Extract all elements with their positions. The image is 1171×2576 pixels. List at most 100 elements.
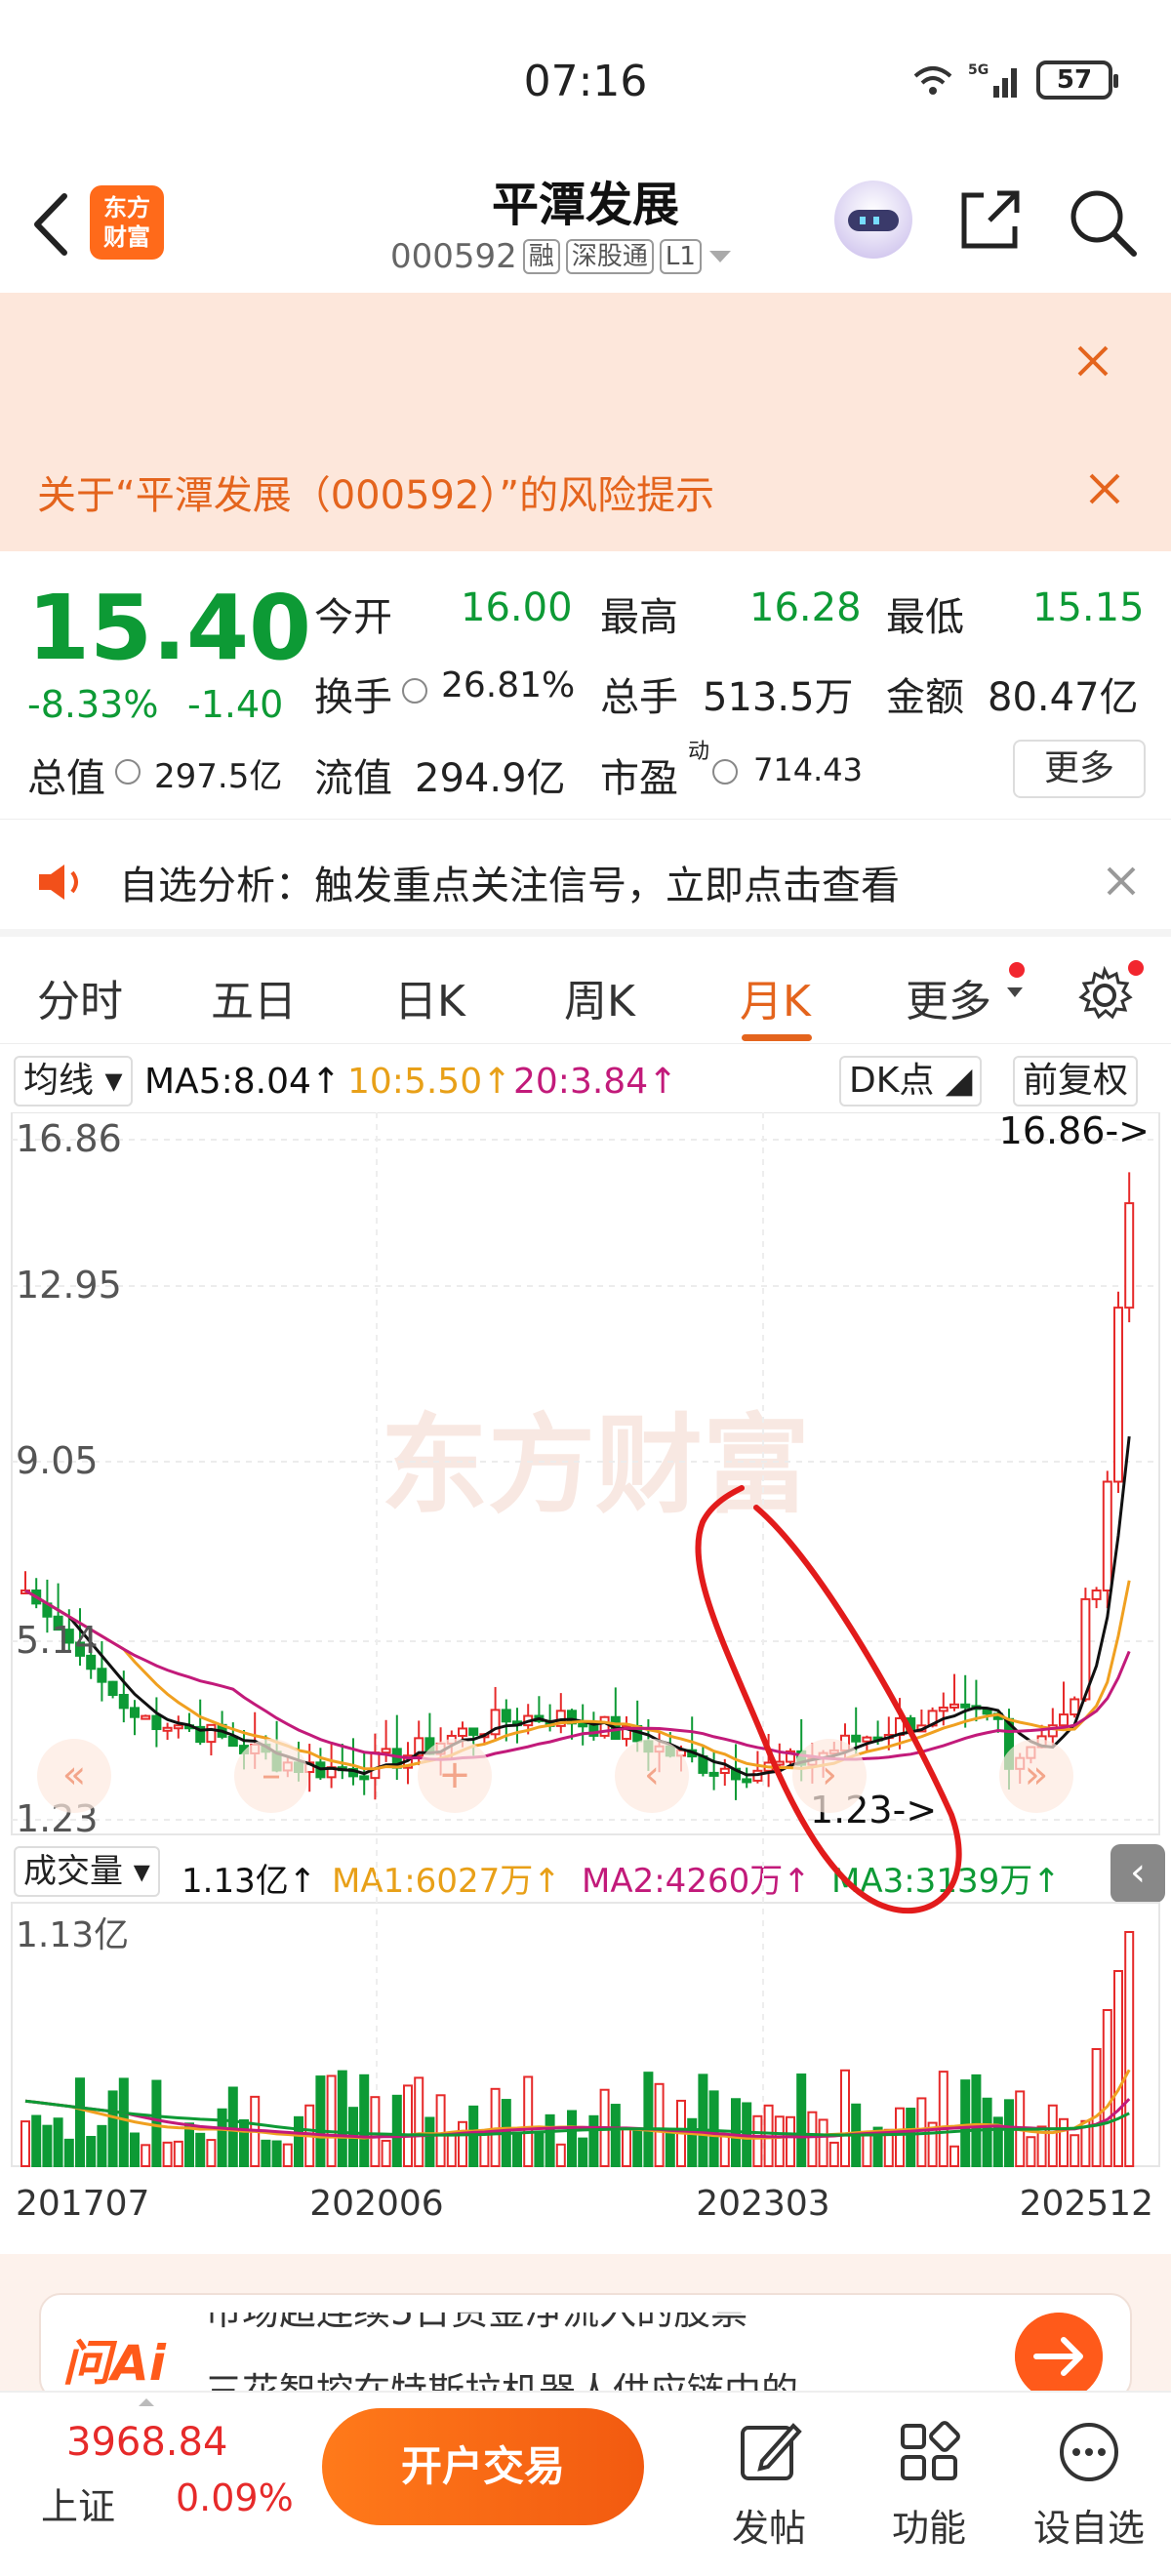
open-label: 今开: [314, 595, 392, 640]
pe-sup: 动: [688, 740, 710, 764]
candle-body: [578, 1722, 588, 1728]
volume-bar: [1047, 2104, 1058, 2168]
high-label: 最高: [600, 595, 678, 640]
close-alert-icon[interactable]: [1103, 863, 1142, 902]
candle-body: [719, 1767, 730, 1774]
candle-body: [151, 1714, 162, 1731]
function-label: 功能: [891, 2507, 966, 2550]
tag-level: L1: [659, 239, 702, 274]
candle-body: [742, 1778, 752, 1784]
volume-bar: [173, 2140, 183, 2168]
volume-bar: [261, 2139, 271, 2167]
volume-bar: [446, 2132, 457, 2168]
alert-text[interactable]: 自选分析：触发重点关注信号，立即点击查看: [119, 854, 900, 910]
volume-bar: [840, 2069, 850, 2168]
mktcap-info-icon[interactable]: [115, 759, 141, 785]
ma10-line: [24, 1580, 1131, 1771]
close-banner-icon[interactable]: [1073, 342, 1112, 381]
mktcap-label: 总值: [27, 756, 105, 801]
volume-bar: [162, 2141, 173, 2168]
volume-bar: [1102, 2009, 1112, 2167]
notification-dot: [1009, 962, 1025, 978]
speaker-icon: [39, 865, 78, 900]
function-button[interactable]: 功能: [870, 2418, 988, 2552]
risk-notice-text[interactable]: 关于“平潭发展（000592）”的风险提示: [37, 463, 714, 520]
tab-daily-k[interactable]: 日K: [394, 966, 465, 1028]
pe-label: 市盈: [600, 756, 678, 801]
stock-code-row[interactable]: 000592 融 深股通 L1: [390, 237, 733, 276]
share-icon[interactable]: [956, 185, 1025, 254]
volume-bar: [698, 2073, 708, 2167]
volume-bar: [960, 2079, 971, 2168]
open-account-trade-button[interactable]: 开户交易: [322, 2408, 644, 2525]
kline-chart[interactable]: 东方财富 16.8612.959.055.141.231.13亿201707 20…: [0, 1112, 1171, 2254]
tab-weekly-k[interactable]: 周K: [564, 966, 635, 1028]
volume-max-label: 1.13亿: [16, 1915, 129, 1955]
watchlist-label: 设自选: [1032, 2507, 1145, 2550]
add-watchlist-button[interactable]: 设自选: [1030, 2418, 1148, 2552]
volume-bar: [567, 2110, 577, 2168]
grid-icon: [901, 2421, 960, 2480]
current-price: 15.40: [27, 576, 312, 680]
info-icon[interactable]: [402, 678, 427, 704]
volume-bar: [282, 2143, 293, 2167]
volume-bar: [895, 2107, 905, 2168]
index-name[interactable]: 上证: [41, 2476, 115, 2530]
chart-nav-glyph: ›: [822, 1752, 837, 1797]
dropdown-icon: [708, 251, 731, 262]
candle-body: [862, 1736, 872, 1743]
volume-bar: [643, 2072, 654, 2167]
watermark: 东方财富: [381, 1403, 810, 1528]
volume-bar: [906, 2108, 916, 2167]
index-change[interactable]: 0.09%: [176, 2476, 294, 2519]
settings-gear-icon[interactable]: [1075, 966, 1134, 1025]
adjust-selector[interactable]: 前复权: [1013, 1056, 1139, 1107]
volume-bar: [632, 2127, 643, 2168]
low-value: 15.15: [1032, 585, 1145, 630]
tab-intraday[interactable]: 分时: [37, 966, 123, 1028]
volume-bar: [424, 2116, 435, 2167]
volume-bar: [687, 2117, 698, 2167]
chart-nav-glyph: »: [1025, 1752, 1048, 1797]
candle-body: [1059, 1713, 1069, 1727]
post-label: 发帖: [731, 2507, 806, 2550]
volume-bar: [622, 2127, 631, 2167]
index-value[interactable]: 3968.84: [66, 2420, 227, 2465]
price-tick-label: 12.95: [16, 1264, 122, 1307]
volume-bar: [719, 2135, 730, 2167]
post-button[interactable]: 发帖: [710, 2418, 828, 2552]
change-amount: -1.40: [187, 683, 284, 726]
amount-value: 80.47亿: [988, 675, 1139, 720]
signal-icon: 5G: [968, 62, 1017, 98]
candle-body: [938, 1706, 949, 1712]
more-quote-button[interactable]: 更多: [1013, 740, 1146, 798]
volume-bar: [75, 2077, 85, 2168]
candle-body: [173, 1724, 183, 1730]
pe-info-icon[interactable]: [712, 759, 738, 785]
search-icon[interactable]: [1064, 183, 1142, 262]
volume-bar: [184, 2122, 194, 2167]
chart-nav-glyph: –: [262, 1752, 281, 1797]
candle-body: [206, 1723, 217, 1744]
dk-selector[interactable]: DK点 ◢: [839, 1056, 983, 1107]
volume-bar: [370, 2096, 381, 2168]
ai-go-arrow-icon[interactable]: [1015, 2313, 1103, 2400]
ma-legend-row: 均线 ▾ MA5:8.04↑ 10:5.50↑ 20:3.84↑ DK点 ◢ 前…: [0, 1052, 1171, 1112]
candle-body: [468, 1727, 479, 1736]
volume-value: 513.5万: [703, 675, 854, 720]
volume-bar: [403, 2084, 413, 2167]
volume-bar: [545, 2113, 555, 2167]
turnover-value: 26.81%: [441, 665, 576, 705]
ma5-value: MA5:8.04↑: [144, 1062, 342, 1102]
tab-more[interactable]: 更多: [906, 966, 991, 1028]
ma-selector[interactable]: 均线 ▾: [14, 1056, 133, 1107]
candle-body: [381, 1748, 391, 1754]
ai-logo: 问Ai: [62, 2335, 166, 2392]
tab-five-day[interactable]: 五日: [211, 966, 297, 1028]
ai-robot-icon[interactable]: [834, 181, 912, 259]
candle-body: [1091, 1589, 1102, 1600]
candle-body: [708, 1771, 719, 1777]
price-tick-label: 9.05: [16, 1439, 99, 1482]
tab-monthly-k[interactable]: 月K: [740, 966, 811, 1028]
close-notice-icon[interactable]: [1085, 469, 1124, 508]
